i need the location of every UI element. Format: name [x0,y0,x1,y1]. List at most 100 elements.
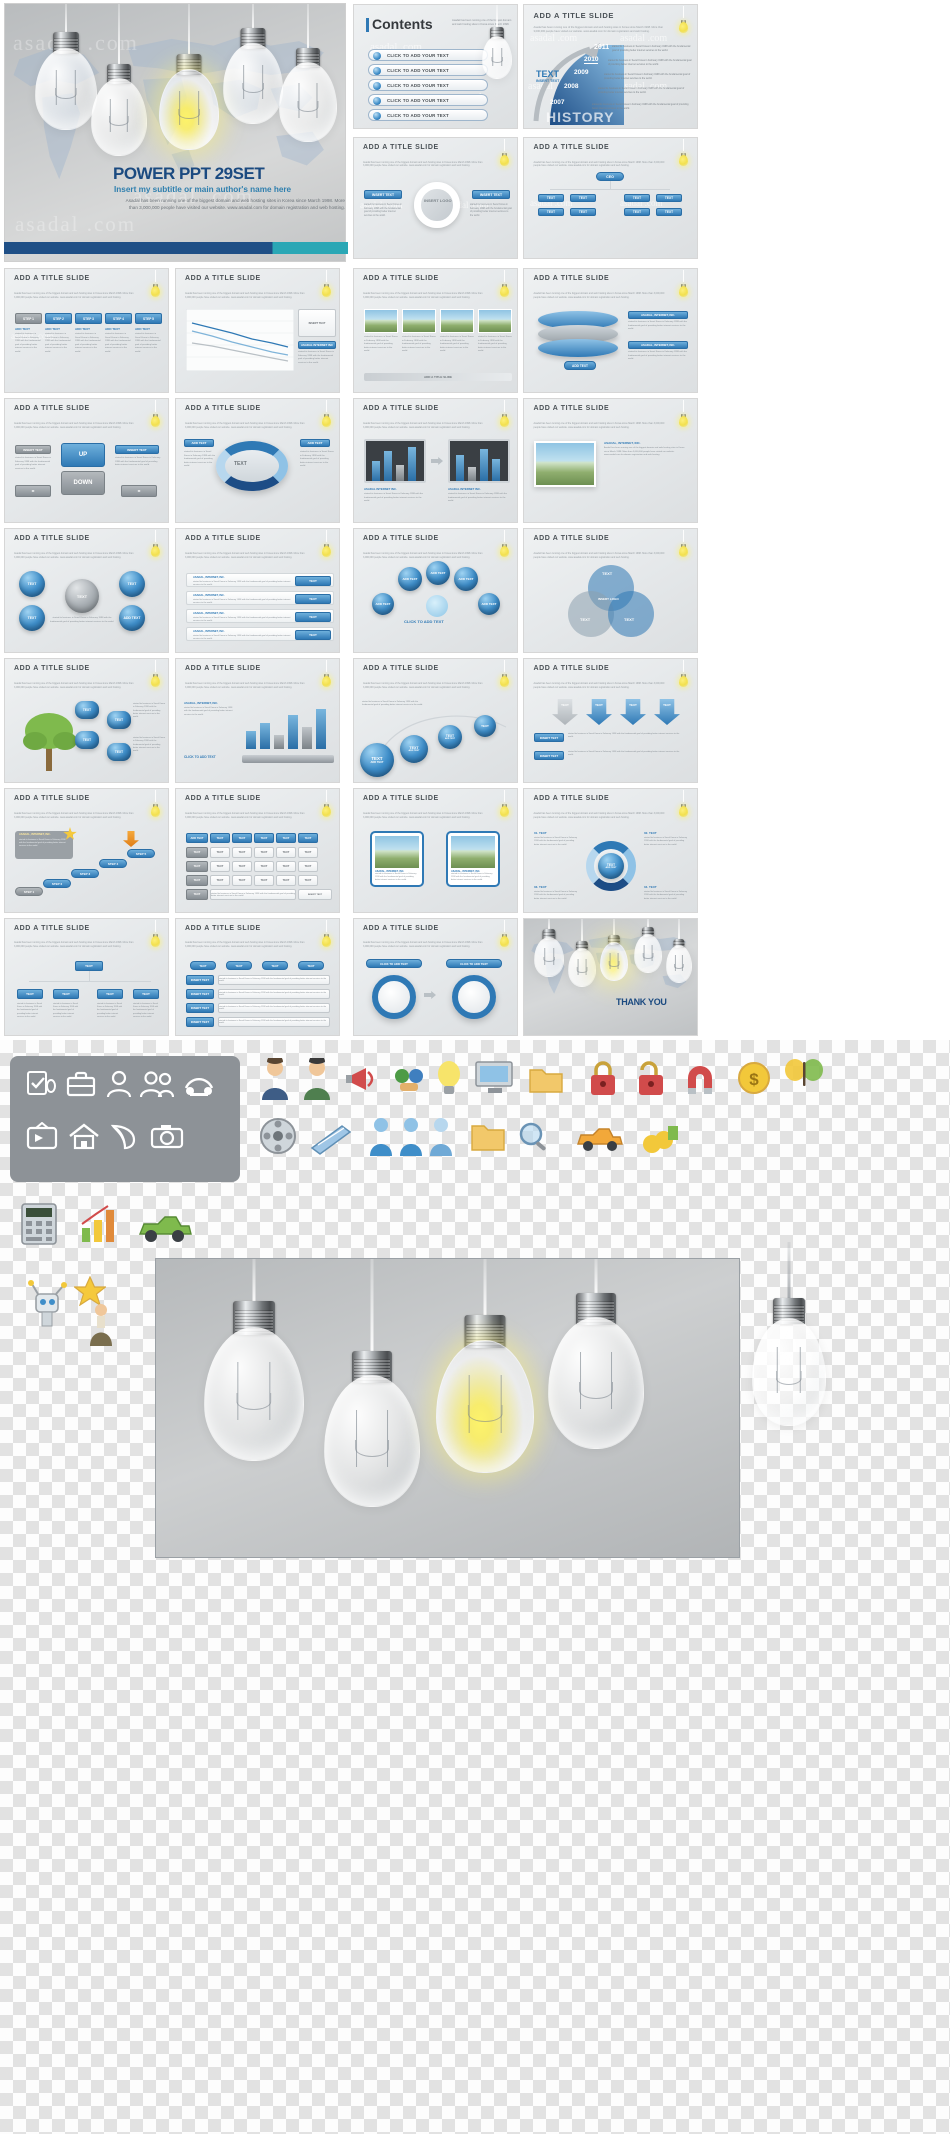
flow-row-body[interactable]: started its business in Seoul Korea in F… [218,1017,330,1027]
person-blue-icon[interactable] [368,1116,394,1156]
table-cell[interactable]: TEXT [298,861,318,872]
step-chip[interactable]: STEP 5 [127,849,155,858]
megaphone-icon[interactable] [344,1062,384,1096]
org-node[interactable]: TEXT [570,194,596,202]
table-header[interactable]: ADD TEXT [186,833,208,843]
businessman-icon[interactable] [258,1054,292,1100]
arc-bubble[interactable]: TEXT [474,715,496,737]
org-node[interactable]: TEXT [656,194,682,202]
slide-grid-table[interactable]: ADD A TITLE SLIDE Asadal has been runnin… [175,788,340,913]
businessman-icon[interactable] [300,1054,334,1100]
down-button[interactable]: DOWN [61,471,105,495]
photo-thumb[interactable] [478,309,512,333]
table-insert[interactable]: INSERT TEXT [298,889,332,900]
cycle-chip[interactable]: ADD TEXT [300,439,330,447]
step-chip[interactable]: STEP 2 [45,313,72,324]
org-node[interactable]: TEXT [97,989,123,999]
table-cell[interactable]: TEXT [298,875,318,886]
table-cell[interactable]: TEXT [254,847,274,858]
slide-arrows-down[interactable]: ADD A TITLE SLIDE Asadal has been runnin… [523,658,698,783]
chart-panel[interactable] [364,439,426,483]
calculator-icon[interactable] [16,1200,62,1246]
film-reel-icon[interactable] [258,1116,298,1156]
slide-org-blue[interactable]: ADD A TITLE SLIDE Asadal has been runnin… [4,918,169,1036]
step-chip[interactable]: STEP 3 [71,869,99,878]
org-node[interactable]: TEXT [17,989,43,999]
hub-leaf[interactable]: TEXT [119,571,145,597]
money-stack-icon[interactable] [640,1118,680,1154]
slide-quad-ring[interactable]: ADD A TITLE SLIDE Asadal has been runnin… [523,788,698,913]
table-header[interactable]: TEXT [276,833,296,843]
people-icon[interactable] [139,1070,175,1098]
tree-leaf[interactable]: TEXT [75,731,99,749]
slide-bar-compare[interactable]: ADD A TITLE SLIDE Asadal has been runnin… [353,398,518,523]
photo-thumb[interactable] [402,309,436,333]
bar3d-cta[interactable]: CLICK TO ADD TEXT [184,755,216,759]
table-row-label[interactable]: TEXT [186,861,208,872]
slide-gauges[interactable]: ADD A TITLE SLIDE Asadal has been runnin… [353,918,518,1036]
tv-icon[interactable] [26,1121,58,1150]
disc-side-head[interactable]: ASADAL, INTERNET, INC. [628,311,688,319]
slide-steps-5[interactable]: ADD A TITLE SLIDE Asadal has been runnin… [4,788,169,913]
trophy-person-icon[interactable] [86,1302,116,1346]
car-icon[interactable] [574,1120,624,1154]
list-row-chip[interactable]: TEXT [295,576,331,586]
slide-line-chart[interactable]: ADD A TITLE SLIDE Asadal has been runnin… [175,268,340,393]
step-chip[interactable]: STEP 2 [43,879,71,888]
org-node[interactable]: TEXT [624,208,650,216]
list-row[interactable]: TEXT ASADAL, INTERNET, INC. started its … [186,609,334,623]
table-cell[interactable]: TEXT [232,875,252,886]
step-chip[interactable]: STEP 5 [135,313,162,324]
arrow-row-label[interactable]: INSERT TEXT [534,733,564,742]
updown-icon-box[interactable]: ✉ [15,485,51,497]
padlock-icon[interactable] [586,1058,620,1098]
list-row[interactable]: TEXT ASADAL, INTERNET, INC. started its … [186,627,334,641]
arc-bubble[interactable]: TEXT ADD TEXT [438,725,462,749]
table-cell[interactable]: TEXT [298,847,318,858]
table-row-label[interactable]: TEXT [186,847,208,858]
list-row[interactable]: TEXT ASADAL, INTERNET, INC. started its … [186,591,334,605]
updown-icon-box[interactable]: ✉ [121,485,157,497]
cycle-node[interactable]: ADD TEXT [454,567,478,591]
flow-chip[interactable]: TEXT [190,961,216,970]
contents-item[interactable]: CLICK TO ADD YOUR TEXT [368,94,488,106]
gauge-cta[interactable]: CLICK TO ADD TEXT [446,959,502,968]
slide-org-chart[interactable]: asadal .com asadal .com ADD A TITLE SLID… [523,137,698,259]
slide-devices[interactable]: ADD A TITLE SLIDE Asadal has been runnin… [353,788,518,913]
folder-icon[interactable] [470,1120,506,1154]
table-cell[interactable]: TEXT [276,875,296,886]
chart-legend[interactable]: ASADAL INTERNET INC [298,341,336,349]
flow-row-label[interactable]: INSERT TEXT [186,975,214,985]
hub-label-left[interactable]: INSERT TEXT [364,190,402,199]
group-icon[interactable] [428,1116,454,1156]
flow-row-label[interactable]: INSERT TEXT [186,989,214,999]
open-padlock-icon[interactable] [634,1058,668,1098]
table-cell[interactable]: TEXT [232,847,252,858]
updown-label[interactable]: INSERT TEXT [15,445,51,454]
tree-leaf[interactable]: TEXT [107,743,131,761]
flow-row-body[interactable]: started its business in Seoul Korea in F… [218,1003,330,1013]
step-chip[interactable]: STEP 1 [15,887,43,896]
disc-side-head[interactable]: ASADAL, INTERNET, INC. [628,341,688,349]
table-header[interactable]: TEXT [254,833,274,843]
gauge-dial[interactable] [452,975,496,1019]
hub-leaf[interactable]: ADD TEXT [119,605,145,631]
green-car-icon[interactable] [136,1208,192,1246]
person-icon[interactable] [106,1070,132,1098]
slide-ring-cycle[interactable]: ADD A TITLE SLIDE Asadal has been runnin… [175,398,340,523]
callout-box[interactable]: ASADAL, INTERNET, INC. started its busin… [15,831,73,859]
table-header[interactable]: TEXT [298,833,318,843]
org-node[interactable]: TEXT [133,989,159,999]
slide-photo-row[interactable]: ADD A TITLE SLIDE Asadal has been runnin… [353,268,518,393]
slide-steps-arrow[interactable]: asadal .com ADD A TITLE SLIDE Asadal has… [4,268,169,393]
slide-layered-disc[interactable]: ADD A TITLE SLIDE Asadal has been runnin… [523,268,698,393]
device-frame-tablet[interactable]: ASADAL, INTERNET, INC. started its busin… [446,831,500,887]
arrow-row-label[interactable]: INSERT TEXT [534,751,564,760]
chart-panel[interactable] [448,439,510,483]
step-chip[interactable]: STEP 1 [15,313,42,324]
slide-bar-3d[interactable]: ADD A TITLE SLIDE Asadal has been runnin… [175,658,340,783]
table-cell[interactable]: TEXT [254,861,274,872]
list-row-chip[interactable]: TEXT [295,612,331,622]
table-cell[interactable]: TEXT [210,847,230,858]
list-row[interactable]: TEXT ASADAL, INTERNET, INC. started its … [186,573,334,587]
